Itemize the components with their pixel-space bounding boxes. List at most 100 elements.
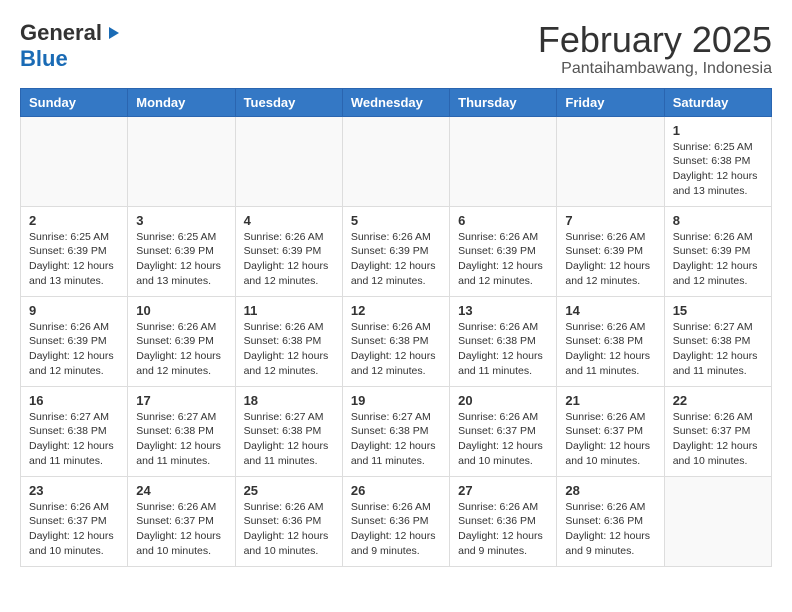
day-info: Sunrise: 6:26 AM Sunset: 6:39 PM Dayligh… bbox=[458, 230, 548, 289]
table-row: 18 Sunrise: 6:27 AM Sunset: 6:38 PM Dayli… bbox=[235, 386, 342, 476]
day-info: Sunrise: 6:26 AM Sunset: 6:38 PM Dayligh… bbox=[351, 320, 441, 379]
day-number: 25 bbox=[244, 483, 334, 498]
table-row: 7 Sunrise: 6:26 AM Sunset: 6:39 PM Daylig… bbox=[557, 206, 664, 296]
day-info: Sunrise: 6:26 AM Sunset: 6:36 PM Dayligh… bbox=[565, 500, 655, 559]
table-row: 17 Sunrise: 6:27 AM Sunset: 6:38 PM Dayli… bbox=[128, 386, 235, 476]
month-title: February 2025 bbox=[538, 20, 772, 60]
table-row: 21 Sunrise: 6:26 AM Sunset: 6:37 PM Dayli… bbox=[557, 386, 664, 476]
day-number: 14 bbox=[565, 303, 655, 318]
table-row bbox=[450, 116, 557, 206]
table-row: 20Sunrise: 6:26 AM Sunset: 6:37 PM Dayli… bbox=[450, 386, 557, 476]
day-number: 3 bbox=[136, 213, 226, 228]
table-row: 6 Sunrise: 6:26 AM Sunset: 6:39 PM Daylig… bbox=[450, 206, 557, 296]
table-row: 28 Sunrise: 6:26 AM Sunset: 6:36 PM Dayli… bbox=[557, 476, 664, 566]
day-number: 13 bbox=[458, 303, 548, 318]
day-number: 26 bbox=[351, 483, 441, 498]
logo-triangle-icon bbox=[105, 25, 121, 41]
table-row: 13 Sunrise: 6:26 AM Sunset: 6:38 PM Dayli… bbox=[450, 296, 557, 386]
table-row bbox=[128, 116, 235, 206]
day-number: 19 bbox=[351, 393, 441, 408]
day-info: Sunrise: 6:26 AM Sunset: 6:38 PM Dayligh… bbox=[565, 320, 655, 379]
day-info: Sunrise: 6:26 AM Sunset: 6:37 PM Dayligh… bbox=[565, 410, 655, 469]
day-number: 11 bbox=[244, 303, 334, 318]
day-number: 6 bbox=[458, 213, 548, 228]
table-row: 19 Sunrise: 6:27 AM Sunset: 6:38 PM Dayli… bbox=[342, 386, 449, 476]
logo-general-text: General bbox=[20, 20, 102, 46]
header-thursday: Thursday bbox=[450, 88, 557, 116]
day-info: Sunrise: 6:27 AM Sunset: 6:38 PM Dayligh… bbox=[136, 410, 226, 469]
day-info: Sunrise: 6:26 AM Sunset: 6:38 PM Dayligh… bbox=[244, 320, 334, 379]
day-info: Sunrise: 6:27 AM Sunset: 6:38 PM Dayligh… bbox=[244, 410, 334, 469]
day-info: Sunrise: 6:26 AM Sunset: 6:38 PM Dayligh… bbox=[458, 320, 548, 379]
day-number: 10 bbox=[136, 303, 226, 318]
day-number: 9 bbox=[29, 303, 119, 318]
title-area: February 2025 Pantaihambawang, Indonesia bbox=[538, 20, 772, 78]
header-wednesday: Wednesday bbox=[342, 88, 449, 116]
table-row bbox=[235, 116, 342, 206]
day-number: 18 bbox=[244, 393, 334, 408]
table-row: 16 Sunrise: 6:27 AM Sunset: 6:38 PM Dayli… bbox=[21, 386, 128, 476]
day-number: 4 bbox=[244, 213, 334, 228]
day-number: 17 bbox=[136, 393, 226, 408]
day-info: Sunrise: 6:25 AM Sunset: 6:38 PM Dayligh… bbox=[673, 140, 763, 199]
day-number: 23 bbox=[29, 483, 119, 498]
table-row: 14 Sunrise: 6:26 AM Sunset: 6:38 PM Dayli… bbox=[557, 296, 664, 386]
calendar-week-row: 2 Sunrise: 6:25 AM Sunset: 6:39 PM Daylig… bbox=[21, 206, 772, 296]
logo-blue-text: Blue bbox=[20, 46, 68, 72]
table-row bbox=[342, 116, 449, 206]
header-monday: Monday bbox=[128, 88, 235, 116]
day-number: 22 bbox=[673, 393, 763, 408]
day-number: 21 bbox=[565, 393, 655, 408]
day-number: 12 bbox=[351, 303, 441, 318]
table-row: 4 Sunrise: 6:26 AM Sunset: 6:39 PM Daylig… bbox=[235, 206, 342, 296]
table-row: 10 Sunrise: 6:26 AM Sunset: 6:39 PM Dayli… bbox=[128, 296, 235, 386]
day-info: Sunrise: 6:26 AM Sunset: 6:37 PM Dayligh… bbox=[136, 500, 226, 559]
day-info: Sunrise: 6:26 AM Sunset: 6:39 PM Dayligh… bbox=[244, 230, 334, 289]
day-number: 15 bbox=[673, 303, 763, 318]
header-saturday: Saturday bbox=[664, 88, 771, 116]
header-sunday: Sunday bbox=[21, 88, 128, 116]
table-row: 22 Sunrise: 6:26 AM Sunset: 6:37 PM Dayli… bbox=[664, 386, 771, 476]
calendar-week-row: 9 Sunrise: 6:26 AM Sunset: 6:39 PM Daylig… bbox=[21, 296, 772, 386]
table-row: 25 Sunrise: 6:26 AM Sunset: 6:36 PM Dayli… bbox=[235, 476, 342, 566]
day-info: Sunrise: 6:27 AM Sunset: 6:38 PM Dayligh… bbox=[673, 320, 763, 379]
day-number: 1 bbox=[673, 123, 763, 138]
calendar-week-row: 1 Sunrise: 6:25 AM Sunset: 6:38 PM Daylig… bbox=[21, 116, 772, 206]
table-row bbox=[21, 116, 128, 206]
day-number: 28 bbox=[565, 483, 655, 498]
day-info: Sunrise: 6:26 AM Sunset: 6:37 PM Dayligh… bbox=[673, 410, 763, 469]
calendar-table: Sunday Monday Tuesday Wednesday Thursday… bbox=[20, 88, 772, 567]
day-number: 2 bbox=[29, 213, 119, 228]
day-info: Sunrise: 6:26 AM Sunset: 6:39 PM Dayligh… bbox=[673, 230, 763, 289]
table-row: 26 Sunrise: 6:26 AM Sunset: 6:36 PM Dayli… bbox=[342, 476, 449, 566]
day-info: Sunrise: 6:27 AM Sunset: 6:38 PM Dayligh… bbox=[29, 410, 119, 469]
day-info: Sunrise: 6:26 AM Sunset: 6:36 PM Dayligh… bbox=[244, 500, 334, 559]
table-row: 8 Sunrise: 6:26 AM Sunset: 6:39 PM Daylig… bbox=[664, 206, 771, 296]
day-info: Sunrise: 6:26 AM Sunset: 6:36 PM Dayligh… bbox=[351, 500, 441, 559]
table-row bbox=[557, 116, 664, 206]
logo: General Blue bbox=[20, 20, 121, 72]
day-info: Sunrise: 6:26 AM Sunset: 6:39 PM Dayligh… bbox=[136, 320, 226, 379]
day-number: 16 bbox=[29, 393, 119, 408]
table-row: 27 Sunrise: 6:26 AM Sunset: 6:36 PM Dayli… bbox=[450, 476, 557, 566]
page-header: General Blue February 2025 Pantaihambawa… bbox=[20, 20, 772, 78]
table-row: 1 Sunrise: 6:25 AM Sunset: 6:38 PM Daylig… bbox=[664, 116, 771, 206]
day-info: Sunrise: 6:26 AM Sunset: 6:39 PM Dayligh… bbox=[29, 320, 119, 379]
calendar-week-row: 23 Sunrise: 6:26 AM Sunset: 6:37 PM Dayli… bbox=[21, 476, 772, 566]
table-row: 15 Sunrise: 6:27 AM Sunset: 6:38 PM Dayli… bbox=[664, 296, 771, 386]
day-info: Sunrise: 6:25 AM Sunset: 6:39 PM Dayligh… bbox=[29, 230, 119, 289]
day-info: Sunrise: 6:26 AM Sunset: 6:39 PM Dayligh… bbox=[565, 230, 655, 289]
day-info: Sunrise: 6:27 AM Sunset: 6:38 PM Dayligh… bbox=[351, 410, 441, 469]
table-row bbox=[664, 476, 771, 566]
day-number: 8 bbox=[673, 213, 763, 228]
calendar-header-row: Sunday Monday Tuesday Wednesday Thursday… bbox=[21, 88, 772, 116]
day-number: 27 bbox=[458, 483, 548, 498]
day-number: 20 bbox=[458, 393, 548, 408]
day-number: 7 bbox=[565, 213, 655, 228]
day-info: Sunrise: 6:26 AM Sunset: 6:36 PM Dayligh… bbox=[458, 500, 548, 559]
table-row: 11 Sunrise: 6:26 AM Sunset: 6:38 PM Dayli… bbox=[235, 296, 342, 386]
day-info: Sunrise: 6:26 AM Sunset: 6:39 PM Dayligh… bbox=[351, 230, 441, 289]
header-friday: Friday bbox=[557, 88, 664, 116]
day-info: Sunrise: 6:25 AM Sunset: 6:39 PM Dayligh… bbox=[136, 230, 226, 289]
table-row: 3 Sunrise: 6:25 AM Sunset: 6:39 PM Daylig… bbox=[128, 206, 235, 296]
